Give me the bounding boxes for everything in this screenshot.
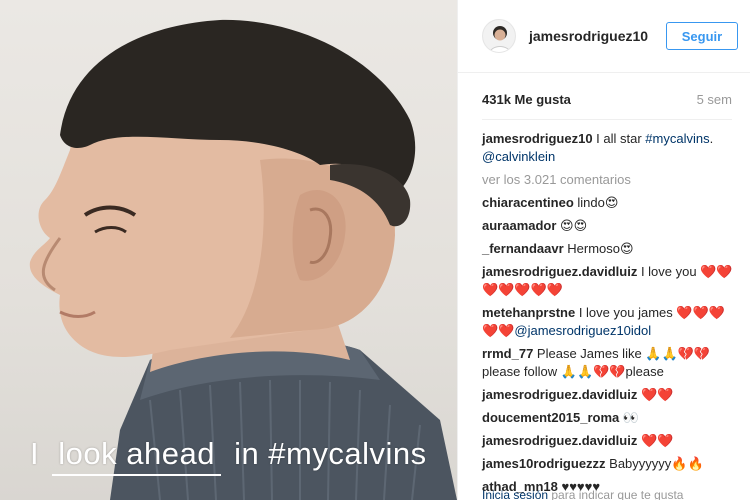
likes-count[interactable]: 431k Me gusta: [482, 92, 571, 107]
mention-link[interactable]: @jamesrodriguez10idol: [514, 323, 651, 338]
comment-username[interactable]: rrmd_77: [482, 346, 533, 361]
header-username[interactable]: jamesrodriguez10: [529, 28, 666, 44]
login-prompt: Inicia sesión para indicar que te gusta: [482, 488, 683, 500]
list-item: metehanprstne I love you james ❤️❤️❤️❤️❤…: [482, 304, 738, 340]
comment-text: Babyyyyyy🔥🔥: [605, 456, 704, 471]
comment-username[interactable]: jamesrodriguez.davidluiz: [482, 264, 637, 279]
comment-text: ❤️❤️: [637, 387, 674, 402]
comment-username[interactable]: chiaracentineo: [482, 195, 574, 210]
portrait-illustration: [29, 19, 457, 500]
list-item: doucement2015_roma 👀: [482, 409, 738, 427]
post-sidebar: jamesrodriguez10 Seguir 431k Me gusta 5 …: [457, 0, 750, 500]
list-item: jamesrodriguez.davidluiz ❤️❤️: [482, 386, 738, 404]
list-item: rrmd_77 Please James like 🙏🙏💔💔 please fo…: [482, 345, 738, 381]
caption-word-i: I: [30, 436, 40, 471]
comment-text: 👀: [619, 410, 640, 425]
comment-text: lindo😍: [573, 195, 619, 210]
comment-username[interactable]: jamesrodriguez10: [482, 131, 593, 146]
list-item: chiaracentineo lindo😍: [482, 194, 738, 212]
comment-text: ❤️❤️: [637, 433, 674, 448]
caption-word-hashtag: in #mycalvins: [234, 436, 427, 471]
comment-text: Hermoso😍: [563, 241, 634, 256]
post-view: I look ahead in #mycalvins jamesrodrigue…: [0, 0, 750, 500]
list-item: _fernandaavr Hermoso😍: [482, 240, 738, 258]
avatar-image: [483, 20, 515, 52]
login-link[interactable]: Inicia sesión: [482, 488, 548, 500]
list-item: james10rodriguezzz Babyyyyyy🔥🔥: [482, 455, 738, 473]
comment-username[interactable]: james10rodriguezzz: [482, 456, 606, 471]
caption-comment: jamesrodriguez10 I all star #mycalvins. …: [482, 130, 738, 166]
comment-text: I all star: [592, 131, 646, 146]
comment-username[interactable]: _fernandaavr: [482, 241, 564, 256]
post-time[interactable]: 5 sem: [697, 92, 732, 107]
comment-text: 😍😍: [556, 218, 588, 233]
list-item: jamesrodriguez.davidluiz ❤️❤️: [482, 432, 738, 450]
hashtag-link[interactable]: #mycalvins: [645, 131, 709, 146]
post-photo[interactable]: I look ahead in #mycalvins: [0, 0, 457, 500]
comments-list: jamesrodriguez10 I all star #mycalvins. …: [458, 130, 750, 496]
comment-username[interactable]: auraamador: [482, 218, 556, 233]
login-text: para indicar que te gusta: [548, 488, 684, 500]
divider: [482, 119, 732, 120]
comment-username[interactable]: jamesrodriguez.davidluiz: [482, 433, 637, 448]
post-stats: 431k Me gusta 5 sem: [458, 89, 750, 109]
avatar[interactable]: [482, 19, 516, 53]
list-item: auraamador 😍😍: [482, 217, 738, 235]
mention-link[interactable]: @calvinklein: [482, 149, 555, 164]
photo-caption: I look ahead in #mycalvins: [30, 436, 427, 476]
list-item: jamesrodriguez.davidluiz I love you ❤️❤️…: [482, 263, 738, 299]
comment-username[interactable]: metehanprstne: [482, 305, 575, 320]
comment-period: .: [709, 131, 714, 146]
view-more-comments[interactable]: ver los 3.021 comentarios: [482, 171, 738, 189]
comment-username[interactable]: jamesrodriguez.davidluiz: [482, 387, 637, 402]
comment-username[interactable]: doucement2015_roma: [482, 410, 619, 425]
follow-button[interactable]: Seguir: [666, 22, 738, 50]
caption-word-look-ahead: look ahead: [52, 436, 221, 476]
post-header: jamesrodriguez10 Seguir: [458, 0, 750, 73]
